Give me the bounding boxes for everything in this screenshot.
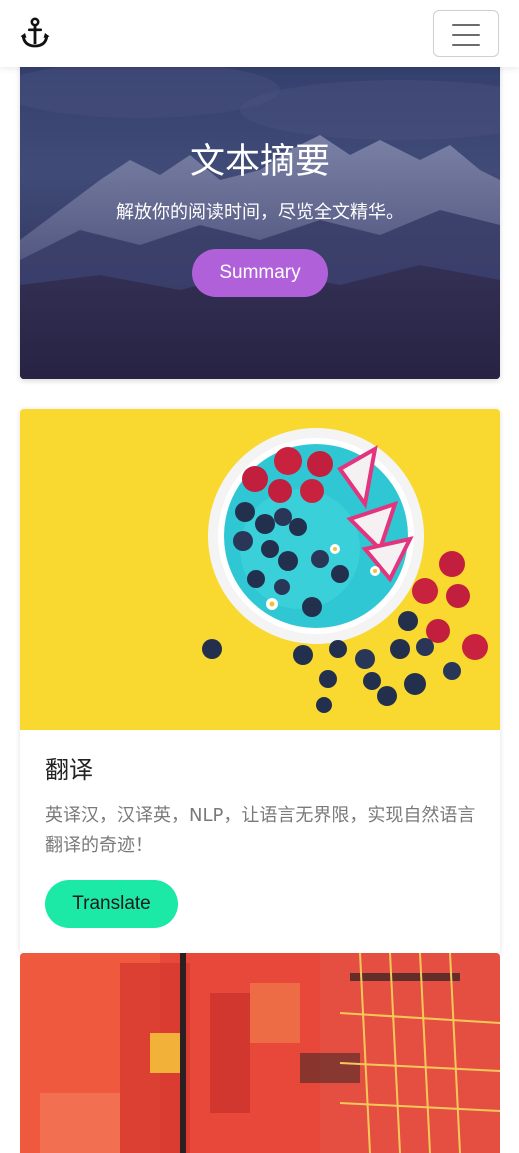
navbar <box>0 0 519 67</box>
summary-hero-card: 文本摘要 解放你的阅读时间，尽览全文精华。 Summary <box>20 60 500 379</box>
hamburger-menu-icon[interactable] <box>433 10 499 57</box>
hero-title: 文本摘要 <box>189 142 330 182</box>
hero-subtitle: 解放你的阅读时间，尽览全文精华。 <box>116 202 404 223</box>
translate-card-description: 英译汉，汉译英，NLP，让语言无界限，实现自然语言翻译的奇迹！ <box>45 805 476 856</box>
anchor-icon[interactable] <box>20 17 50 49</box>
summary-button[interactable]: Summary <box>192 249 328 297</box>
smoothie-bowl-image <box>20 409 500 730</box>
translate-button[interactable]: Translate <box>45 880 178 928</box>
translate-card: 翻译 英译汉，汉译英，NLP，让语言无界限，实现自然语言翻译的奇迹！ Trans… <box>20 409 500 953</box>
abstract-painting-card <box>20 953 500 1153</box>
abstract-painting-image <box>20 953 500 1153</box>
translate-card-title: 翻译 <box>45 756 93 784</box>
